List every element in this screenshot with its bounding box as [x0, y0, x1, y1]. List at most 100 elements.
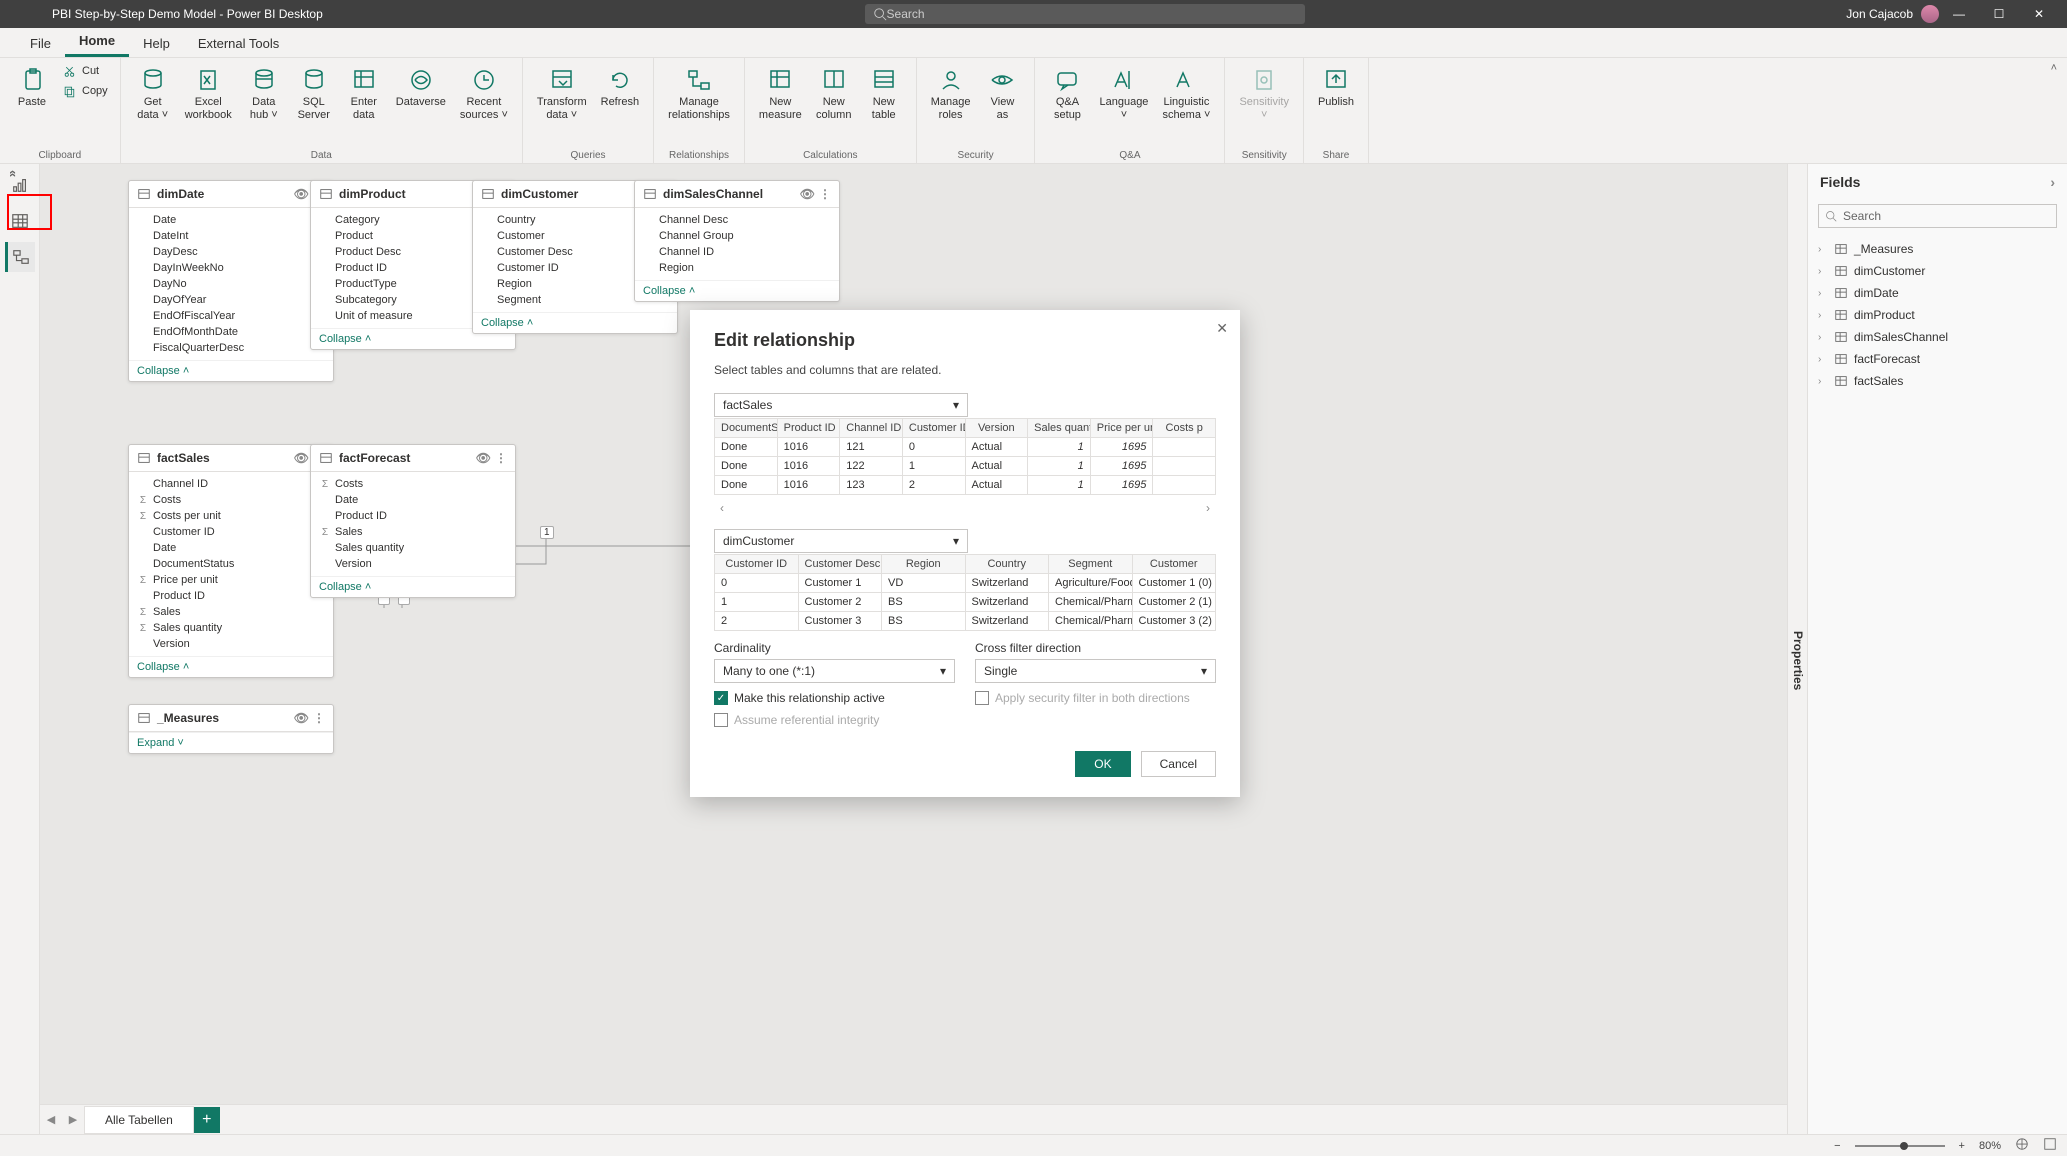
collapse-toggle[interactable]: Collapse ˄ [635, 280, 839, 301]
fields-search[interactable]: Search [1818, 204, 2057, 228]
table-header-cell[interactable]: Product ID [777, 419, 840, 438]
qasetup-button[interactable]: Q&Asetup [1043, 62, 1091, 126]
paste-button[interactable]: Paste [8, 62, 56, 113]
table-header-cell[interactable]: Channel ID [840, 419, 903, 438]
tabs-next[interactable]: ▶ [62, 1113, 84, 1126]
make-active-checkbox[interactable]: ✓ Make this relationship active [714, 691, 955, 705]
visibility-icon[interactable]: 👁 [294, 711, 309, 725]
dataverse-button[interactable]: Dataverse [390, 62, 452, 113]
zoom-out-button[interactable]: − [1834, 1140, 1840, 1152]
table2-select[interactable]: dimCustomer ▾ [714, 529, 968, 553]
table-header-cell[interactable]: Customer Desc [798, 555, 882, 574]
table-header-cell[interactable]: Region [882, 555, 966, 574]
table-field[interactable]: Channel Desc [643, 212, 831, 228]
table-field[interactable]: Date [137, 212, 325, 228]
refresh-button[interactable]: Refresh [595, 62, 646, 113]
field-table-dimdate[interactable]: ›dimDate [1818, 282, 2057, 304]
table-field[interactable]: Region [643, 260, 831, 276]
table-header[interactable]: _Measures👁⋮ [129, 705, 333, 732]
visibility-icon[interactable]: 👁 [800, 187, 815, 201]
chevron-right-icon[interactable]: › [2050, 174, 2055, 190]
minimize-button[interactable]: — [1939, 7, 1979, 21]
table-header[interactable]: factSales👁⋮ [129, 445, 333, 472]
scroll-right-icon[interactable]: › [1206, 501, 1210, 515]
visibility-icon[interactable]: 👁 [294, 187, 309, 201]
newtable-button[interactable]: Newtable [860, 62, 908, 126]
table-header-cell[interactable]: DocumentStatus [715, 419, 778, 438]
collapse-toggle[interactable]: Collapse ˄ [473, 312, 677, 333]
table-field[interactable]: Date [319, 492, 507, 508]
visibility-icon[interactable]: 👁 [476, 451, 491, 465]
table2-preview[interactable]: Customer IDCustomer DescRegionCountrySeg… [714, 554, 1216, 631]
collapse-toggle[interactable]: Expand ˅ [129, 732, 333, 753]
table-field[interactable]: ΣSales quantity [137, 620, 325, 636]
recent-button[interactable]: Recentsources ˅ [454, 62, 514, 126]
zoom-slider[interactable] [1855, 1145, 1945, 1147]
table-header[interactable]: dimSalesChannel👁⋮ [635, 181, 839, 208]
table-field[interactable]: DocumentStatus [137, 556, 325, 572]
ok-button[interactable]: OK [1075, 751, 1130, 777]
field-table-dimsaleschannel[interactable]: ›dimSalesChannel [1818, 326, 2057, 348]
lang-button[interactable]: Language˅ [1093, 62, 1154, 126]
copy-button[interactable]: Copy [58, 82, 112, 102]
table-row[interactable]: Done10161221Actual11695 [715, 457, 1216, 476]
table-field[interactable]: ΣPrice per unit [137, 572, 325, 588]
newmeasure-button[interactable]: Newmeasure [753, 62, 808, 126]
menu-tab-help[interactable]: Help [129, 30, 184, 57]
global-search[interactable]: Search [865, 4, 1305, 24]
newcol-button[interactable]: Newcolumn [810, 62, 858, 126]
table-header-cell[interactable]: Customer ID [902, 419, 965, 438]
fit-to-page-icon[interactable] [2015, 1137, 2029, 1154]
more-icon[interactable]: ⋮ [495, 451, 507, 465]
user-menu[interactable]: Jon Cajacob [1846, 5, 1939, 23]
table-field[interactable]: Sales quantity [319, 540, 507, 556]
menu-tab-external-tools[interactable]: External Tools [184, 30, 293, 57]
close-button[interactable]: ✕ [2019, 7, 2059, 21]
table-header-cell[interactable]: Price per unit [1090, 419, 1153, 438]
publish-button[interactable]: Publish [1312, 62, 1360, 113]
table-row[interactable]: Done10161210Actual11695 [715, 438, 1216, 457]
table1-preview[interactable]: DocumentStatusProduct IDChannel IDCustom… [714, 418, 1216, 495]
field-table-dimproduct[interactable]: ›dimProduct [1818, 304, 2057, 326]
table-field[interactable]: ΣCosts [319, 476, 507, 492]
zoom-in-button[interactable]: + [1959, 1140, 1965, 1152]
table-field[interactable]: Date [137, 540, 325, 556]
cancel-button[interactable]: Cancel [1141, 751, 1216, 777]
table-row[interactable]: 1Customer 2BSSwitzerlandChemical/Pharmac… [715, 593, 1216, 612]
table-header-cell[interactable]: Customer [1132, 555, 1216, 574]
table-field[interactable]: DayDesc [137, 244, 325, 260]
sql-button[interactable]: SQLServer [290, 62, 338, 126]
table-field[interactable]: DateInt [137, 228, 325, 244]
collapse-toggle[interactable]: Collapse ˄ [311, 576, 515, 597]
table-card-dimDate[interactable]: dimDate👁⋮DateDateIntDayDescDayInWeekNoDa… [128, 180, 334, 382]
collapse-toggle[interactable]: Collapse ˄ [129, 360, 333, 381]
table-card-factSales[interactable]: factSales👁⋮Channel IDΣCostsΣCosts per un… [128, 444, 334, 678]
more-icon[interactable]: ⋮ [313, 711, 325, 725]
cut-button[interactable]: Cut [58, 62, 112, 82]
table-header-cell[interactable]: Country [965, 555, 1049, 574]
model-view-button[interactable] [5, 242, 35, 272]
field-table-factforecast[interactable]: ›factForecast [1818, 348, 2057, 370]
transform-button[interactable]: Transformdata ˅ [531, 62, 593, 126]
table-header[interactable]: dimDate👁⋮ [129, 181, 333, 208]
table-field[interactable]: Version [137, 636, 325, 652]
data-view-button[interactable] [5, 206, 35, 236]
table-field[interactable]: ΣSales [319, 524, 507, 540]
table-field[interactable]: Channel Group [643, 228, 831, 244]
excel-button[interactable]: Excelworkbook [179, 62, 238, 126]
table-field[interactable]: FiscalQuarterDesc [137, 340, 325, 356]
table-field[interactable]: Customer ID [137, 524, 325, 540]
table-field[interactable]: Product ID [319, 508, 507, 524]
table-field[interactable]: Product ID [137, 588, 325, 604]
field-table-factsales[interactable]: ›factSales [1818, 370, 2057, 392]
field-table-_measures[interactable]: ›_Measures [1818, 238, 2057, 260]
scroll-left-icon[interactable]: ‹ [720, 501, 724, 515]
canvas-tab[interactable]: Alle Tabellen [84, 1106, 194, 1134]
menu-tab-home[interactable]: Home [65, 27, 129, 57]
table-field[interactable]: DayNo [137, 276, 325, 292]
table-header-cell[interactable]: Version [965, 419, 1028, 438]
table-card-dimSalesChannel[interactable]: dimSalesChannel👁⋮ Channel DescChannel Gro… [634, 180, 840, 302]
table-field[interactable]: EndOfFiscalYear [137, 308, 325, 324]
crossfilter-select[interactable]: Single ▾ [975, 659, 1216, 683]
table-card-measures[interactable]: _Measures👁⋮Expand ˅ [128, 704, 334, 754]
